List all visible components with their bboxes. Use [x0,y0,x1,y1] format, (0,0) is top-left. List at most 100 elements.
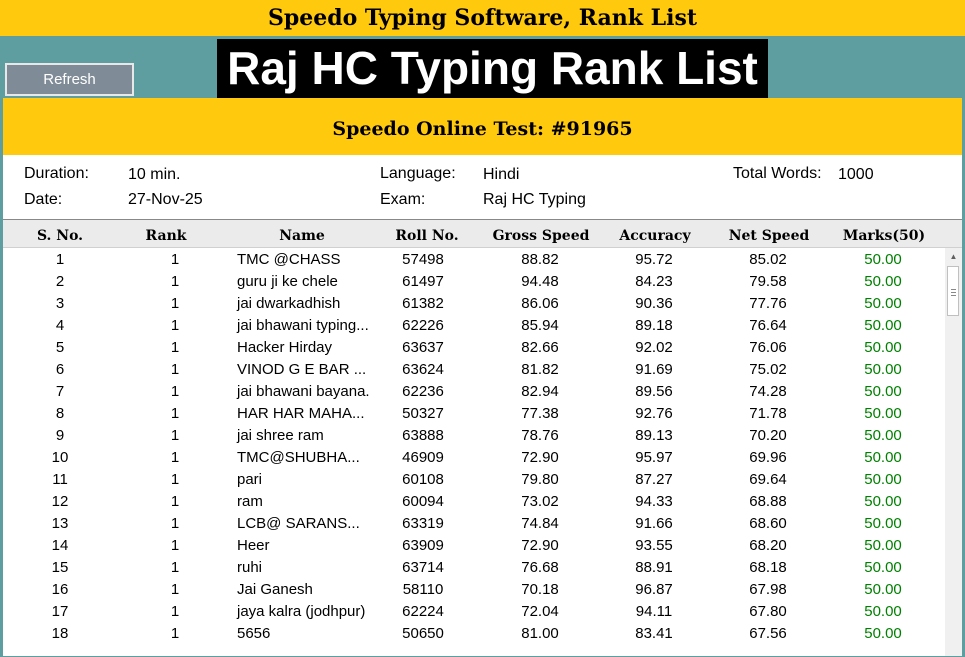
table-row[interactable]: 8 1 HAR HAR MAHA... 50327 77.38 92.76 71.78 50.… [3,403,943,425]
table-row[interactable]: 7 1 jai bhawani bayana. 62236 82.94 89.56 74.2… [3,381,943,403]
cell-roll-no: 63637 [402,339,444,356]
cell-sno: 15 [51,559,69,576]
cell-name: jaya kalra (jodhpur) [237,603,366,620]
cell-gross-speed: 79.80 [521,471,559,488]
cell-rank: 1 [170,471,180,488]
table-row[interactable]: 11 1 pari 60108 79.80 87.27 69.64 50.00 [3,469,943,491]
cell-net-speed: 67.56 [749,625,787,642]
cell-net-speed: 79.58 [749,273,787,290]
cell-gross-speed: 72.90 [521,449,559,466]
cell-accuracy: 87.27 [635,471,673,488]
cell-rank: 1 [170,251,180,268]
rank-table[interactable]: S. No. Rank Name Roll No. Gross Speed Ac… [3,219,962,656]
grip-line [951,295,956,296]
cell-rank: 1 [170,317,180,334]
header-gross-speed[interactable]: Gross Speed [493,220,590,247]
table-row[interactable]: 16 1 Jai Ganesh 58110 70.18 96.87 67.98 50.00 [3,579,943,601]
table-row[interactable]: 1 1 TMC @CHASS 57498 88.82 95.72 85.02 50.00 [3,249,943,271]
table-row[interactable]: 9 1 jai shree ram 63888 78.76 89.13 70.20 50.00 [3,425,943,447]
cell-net-speed: 85.02 [749,251,787,268]
table-body: 1 1 TMC @CHASS 57498 88.82 95.72 85.02 50.00 2 1 g… [3,249,943,645]
table-row[interactable]: 15 1 ruhi 63714 76.68 88.91 68.18 50.00 [3,557,943,579]
table-row[interactable]: 17 1 jaya kalra (jodhpur) 62224 72.04 94.11 67… [3,601,943,623]
cell-net-speed: 76.64 [749,317,787,334]
cell-net-speed: 69.96 [749,449,787,466]
cell-name: Heer [237,537,270,554]
table-row[interactable]: 4 1 jai bhawani typing... 62226 85.94 89.18 76… [3,315,943,337]
table-row[interactable]: 12 1 ram 60094 73.02 94.33 68.88 50.00 [3,491,943,513]
header-rank[interactable]: Rank [146,220,187,247]
cell-name: LCB@ SARANS... [237,515,360,532]
cell-gross-speed: 86.06 [521,295,559,312]
cell-marks: 50.00 [864,339,902,356]
header-roll-no[interactable]: Roll No. [395,220,458,247]
cell-marks: 50.00 [864,273,902,290]
test-info-panel: Duration: 10 min. Date: 27-Nov-25 Langua… [3,155,962,219]
cell-name: jai bhawani bayana. [237,383,370,400]
cell-name: pari [237,471,263,488]
table-row[interactable]: 6 1 VINOD G E BAR ... 63624 81.82 91.69 75.02 5… [3,359,943,381]
cell-name: ram [237,493,263,510]
table-row[interactable]: 14 1 Heer 63909 72.90 93.55 68.20 50.00 [3,535,943,557]
table-row[interactable]: 13 1 LCB@ SARANS... 63319 74.84 91.66 68.60 50.… [3,513,943,535]
cell-rank: 1 [170,559,180,576]
table-row[interactable]: 10 1 TMC@SHUBHA... 46909 72.90 95.97 69.96 50.0… [3,447,943,469]
vertical-scrollbar[interactable]: ▲ [945,248,962,656]
cell-rank: 1 [170,537,180,554]
cell-sno: 13 [51,515,69,532]
header-net-speed[interactable]: Net Speed [729,220,810,247]
cell-name: HAR HAR MAHA... [237,405,365,422]
cell-sno: 9 [55,427,65,444]
cell-accuracy: 92.02 [635,339,673,356]
cell-gross-speed: 85.94 [521,317,559,334]
cell-gross-speed: 82.94 [521,383,559,400]
cell-roll-no: 62224 [402,603,444,620]
scroll-up-icon[interactable]: ▲ [945,248,962,265]
cell-net-speed: 71.78 [749,405,787,422]
cell-gross-speed: 77.38 [521,405,559,422]
language-value: Hindi [483,166,520,183]
cell-marks: 50.00 [864,625,902,642]
cell-rank: 1 [170,339,180,356]
cell-accuracy: 91.69 [635,361,673,378]
header-name[interactable]: Name [279,220,325,247]
test-title: Speedo Online Test: #91965 [3,98,962,155]
cell-net-speed: 68.60 [749,515,787,532]
grip-line [951,292,956,293]
cell-net-speed: 69.64 [749,471,787,488]
cell-marks: 50.00 [864,581,902,598]
cell-rank: 1 [170,361,180,378]
table-row[interactable]: 2 1 guru ji ke chele 61497 94.48 84.23 79.58 50… [3,271,943,293]
table-row[interactable]: 18 1 5656 50650 81.00 83.41 67.56 50.00 [3,623,943,645]
cell-rank: 1 [170,295,180,312]
date-label: Date: [24,191,63,208]
cell-rank: 1 [170,493,180,510]
cell-name: TMC @CHASS [237,251,341,268]
cell-gross-speed: 81.82 [521,361,559,378]
table-row[interactable]: 5 1 Hacker Hirday 63637 82.66 92.02 76.06 50.00 [3,337,943,359]
page-title: Raj HC Typing Rank List [217,39,768,104]
cell-roll-no: 63714 [402,559,444,576]
duration-value: 10 min. [128,166,181,183]
cell-roll-no: 61382 [402,295,444,312]
refresh-button[interactable]: Refresh [5,63,134,96]
cell-roll-no: 50327 [402,405,444,422]
cell-sno: 5 [55,339,65,356]
grip-line [951,289,956,290]
cell-gross-speed: 72.04 [521,603,559,620]
cell-net-speed: 75.02 [749,361,787,378]
cell-gross-speed: 74.84 [521,515,559,532]
cell-accuracy: 92.76 [635,405,673,422]
header-marks[interactable]: Marks(50) [843,220,925,247]
cell-marks: 50.00 [864,471,902,488]
total-words-value: 1000 [838,166,874,183]
cell-name: jai shree ram [237,427,324,444]
cell-name: 5656 [237,625,271,642]
cell-sno: 3 [55,295,65,312]
header-sno[interactable]: S. No. [37,220,83,247]
header-accuracy[interactable]: Accuracy [619,220,690,247]
cell-marks: 50.00 [864,383,902,400]
cell-marks: 50.00 [864,251,902,268]
scroll-thumb[interactable] [947,266,959,316]
table-row[interactable]: 3 1 jai dwarkadhish 61382 86.06 90.36 77.76 50.… [3,293,943,315]
